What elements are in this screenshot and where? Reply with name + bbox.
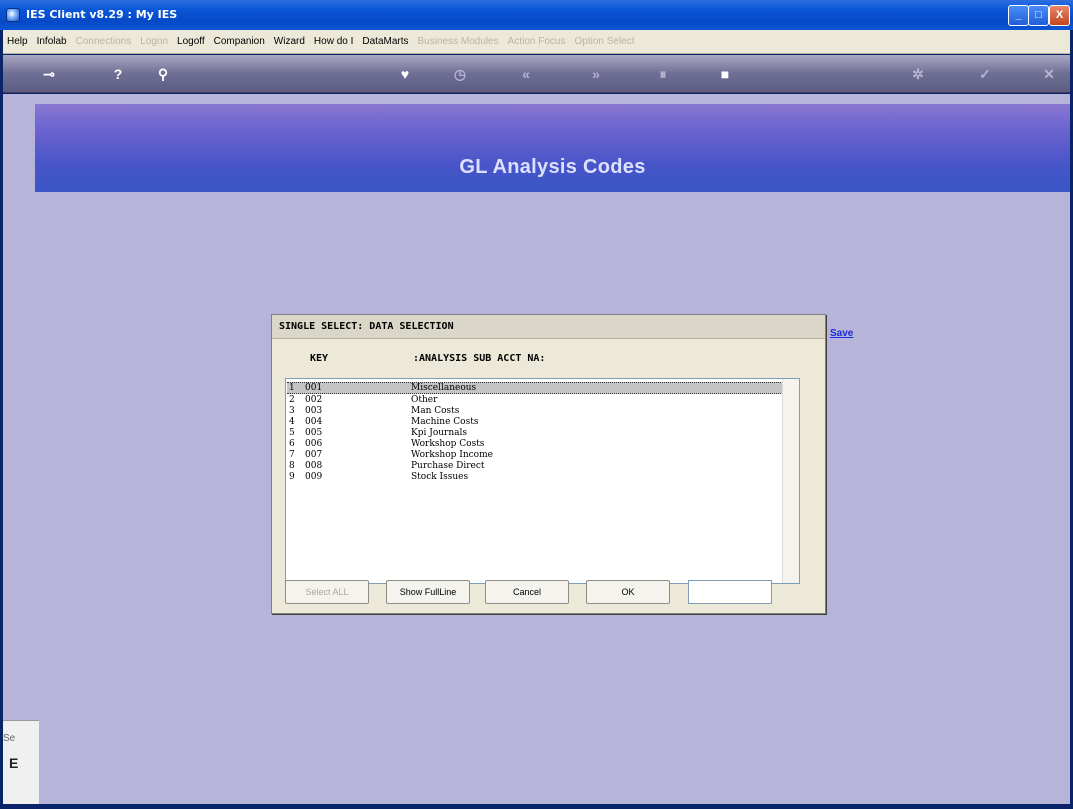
menu-how-do-i[interactable]: How do I	[314, 36, 353, 47]
row-name: Workshop Income	[411, 450, 493, 460]
column-headers: KEY :ANALYSIS SUB ACCT NA:	[286, 351, 806, 369]
cancel-button[interactable]: Cancel	[485, 580, 569, 604]
row-key: 007	[305, 450, 323, 460]
app-window: IES Client v8.29 : My IES _ □ X Help Inf…	[0, 0, 1073, 809]
row-name: Miscellaneous	[411, 383, 477, 393]
row-number: 2	[289, 395, 295, 405]
close-window-button[interactable]: X	[1049, 5, 1070, 26]
list-item[interactable]: 7 007 Workshop Income	[287, 450, 783, 461]
menu-wizard[interactable]: Wizard	[274, 36, 305, 47]
row-number: 3	[289, 406, 295, 416]
check-icon[interactable]: ✓	[975, 64, 995, 84]
heart-icon[interactable]: ♥	[395, 64, 415, 84]
menu-business-modules[interactable]: Business Modules	[418, 36, 499, 47]
title-bar[interactable]: IES Client v8.29 : My IES _ □ X	[0, 0, 1073, 30]
menu-companion[interactable]: Companion	[214, 36, 265, 47]
select-all-button[interactable]: Select ALL	[285, 580, 369, 604]
clock-icon[interactable]: ◷	[450, 64, 470, 84]
row-name: Stock Issues	[411, 472, 469, 482]
list-item[interactable]: 8 008 Purchase Direct	[287, 461, 783, 472]
row-number: 6	[289, 439, 295, 449]
key-icon[interactable]: ⊸	[39, 64, 59, 84]
menu-help[interactable]: Help	[7, 36, 28, 47]
menu-logoff[interactable]: Logoff	[177, 36, 205, 47]
row-key: 002	[305, 395, 323, 405]
row-number: 5	[289, 428, 295, 438]
list-item[interactable]: 4 004 Machine Costs	[287, 417, 783, 428]
row-name: Other	[411, 395, 438, 405]
rewind-icon[interactable]: «	[516, 64, 536, 84]
list-item[interactable]: 9 009 Stock Issues	[287, 472, 783, 483]
maximize-button[interactable]: □	[1028, 5, 1049, 26]
row-key: 004	[305, 417, 323, 427]
menu-logon[interactable]: Logon	[140, 36, 168, 47]
stop-icon[interactable]: ■	[715, 64, 735, 84]
row-number: 8	[289, 461, 295, 471]
menu-action-focus[interactable]: Action Focus	[508, 36, 566, 47]
menu-bar: Help Infolab Connections Logon Logoff Co…	[3, 30, 1070, 54]
dialog-title: SINGLE SELECT: DATA SELECTION	[272, 315, 825, 339]
toolbar: ⊸ ? ⚲ ♥ ◷ « » ⏸ ■ ✲ ✓ ✕	[3, 55, 1070, 93]
search-icon[interactable]: ⚲	[153, 64, 173, 84]
list-item[interactable]: 2 002 Other	[287, 395, 783, 406]
selection-input[interactable]	[688, 580, 772, 604]
row-name: Workshop Costs	[411, 439, 485, 449]
menu-option-select[interactable]: Option Select	[574, 36, 634, 47]
app-icon	[6, 8, 20, 22]
row-number: 9	[289, 472, 295, 482]
menu-datamarts[interactable]: DataMarts	[362, 36, 408, 47]
list-item[interactable]: 5 005 Kpi Journals	[287, 428, 783, 439]
column-header-name[interactable]: :ANALYSIS SUB ACCT NA:	[413, 353, 545, 364]
row-name: Purchase Direct	[411, 461, 485, 471]
row-key: 003	[305, 406, 323, 416]
row-key: 001	[305, 383, 323, 393]
window-title: IES Client v8.29 : My IES	[26, 8, 178, 21]
selection-list[interactable]: 1 001 Miscellaneous 2 002 Other 3 003 Ma…	[285, 378, 800, 584]
row-number: 7	[289, 450, 295, 460]
help-icon[interactable]: ?	[108, 64, 128, 84]
forward-icon[interactable]: »	[586, 64, 606, 84]
side-value: E	[9, 755, 19, 771]
list-item[interactable]: 3 003 Man Costs	[287, 406, 783, 417]
menu-infolab[interactable]: Infolab	[37, 36, 67, 47]
row-key: 008	[305, 461, 323, 471]
page-title: GL Analysis Codes	[459, 156, 646, 178]
show-full-line-button[interactable]: Show FullLine	[386, 580, 470, 604]
row-name: Machine Costs	[411, 417, 479, 427]
side-status-panel: Se E	[3, 720, 39, 804]
row-name: Man Costs	[411, 406, 460, 416]
page-banner: GL Analysis Codes	[35, 104, 1070, 192]
list-scrollbar[interactable]	[782, 379, 799, 583]
list-item[interactable]: 6 006 Workshop Costs	[287, 439, 783, 450]
row-key: 005	[305, 428, 323, 438]
side-label: Se	[3, 733, 16, 744]
menu-connections[interactable]: Connections	[76, 36, 132, 47]
ok-button[interactable]: OK	[586, 580, 670, 604]
window-bottom-border	[3, 804, 1070, 809]
list-item[interactable]: 1 001 Miscellaneous	[287, 382, 783, 394]
pause-icon[interactable]: ⏸	[653, 64, 673, 84]
row-number: 4	[289, 417, 295, 427]
minimize-button[interactable]: _	[1008, 5, 1029, 26]
row-key: 006	[305, 439, 323, 449]
settings-icon[interactable]: ✲	[908, 64, 928, 84]
column-header-key[interactable]: KEY	[310, 353, 328, 364]
close-icon[interactable]: ✕	[1039, 64, 1059, 84]
row-name: Kpi Journals	[411, 428, 468, 438]
row-number: 1	[289, 383, 295, 393]
save-link[interactable]: Save	[830, 328, 853, 339]
row-key: 009	[305, 472, 323, 482]
single-select-dialog: SINGLE SELECT: DATA SELECTION KEY :ANALY…	[271, 314, 826, 614]
